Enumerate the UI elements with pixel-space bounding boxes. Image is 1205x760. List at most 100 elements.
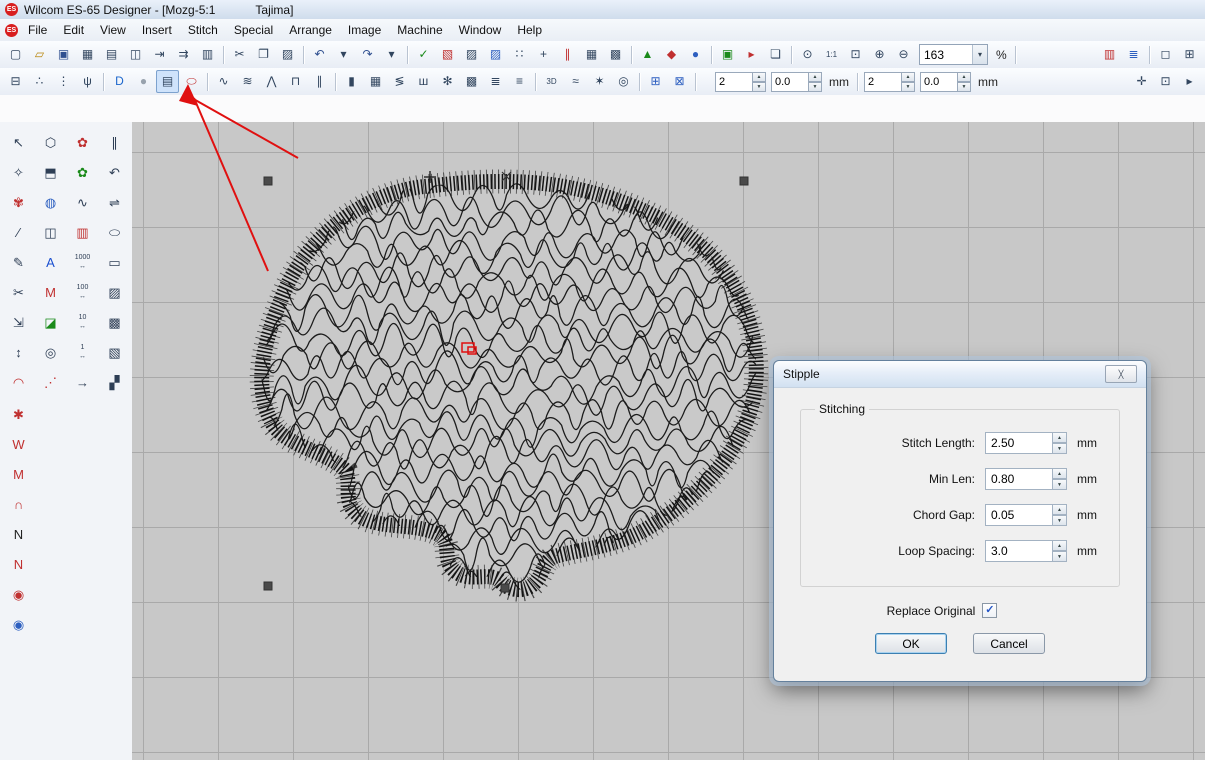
loop-spacing-down-icon[interactable]: ▼ [1053, 551, 1067, 562]
repeat-run-icon[interactable]: ∥ [308, 70, 331, 93]
verify-design-icon[interactable]: ✓ [412, 43, 435, 66]
digitize-fill-tool[interactable]: ✿ [68, 158, 97, 186]
pattern-stamp-tool[interactable]: ▨ [100, 278, 129, 306]
redo-dropdown-icon[interactable]: ▾ [380, 43, 403, 66]
scale-1-tool[interactable]: 1 ↔ [68, 338, 97, 366]
row-spacing-up-icon[interactable]: ▲ [902, 72, 915, 82]
reshape-tool[interactable]: ⬡ [36, 128, 65, 156]
row-spacing-down-icon[interactable]: ▼ [902, 82, 915, 92]
design-queue-icon[interactable]: ▥ [196, 43, 219, 66]
undo-button[interactable]: ↶ [308, 43, 331, 66]
hoop-toggle-icon[interactable]: ◻ [1154, 43, 1177, 66]
export-machine-file-icon[interactable]: ⇥ [148, 43, 171, 66]
motif-run-icon[interactable]: ⋀ [260, 70, 283, 93]
tatami-fill-icon[interactable]: ▦ [364, 70, 387, 93]
select-tool[interactable]: ↖ [4, 128, 33, 156]
row-spacing-input[interactable] [864, 72, 902, 92]
offset-object-icon[interactable]: ⬭ [180, 70, 203, 93]
lettering-tool[interactable]: A [36, 248, 65, 276]
stitch-edit-icon[interactable]: ▨ [460, 43, 483, 66]
chord-gap-down-icon[interactable]: ▼ [1053, 515, 1067, 526]
sequence-icon[interactable]: ≣ [1122, 43, 1145, 66]
paste-icon[interactable]: ▨ [276, 43, 299, 66]
grid-major-icon[interactable]: ⊞ [644, 70, 667, 93]
zoom-in-icon[interactable]: ⊕ [868, 43, 891, 66]
color-film-icon[interactable]: ▥ [1098, 43, 1121, 66]
digitize-run-tool[interactable]: ✿ [68, 128, 97, 156]
background-dim-icon[interactable]: ● [132, 70, 155, 93]
min-len-up-icon[interactable]: ▲ [1053, 468, 1067, 479]
dialog-title-bar[interactable]: Stipple ╳ [774, 361, 1146, 388]
vertical-measure-tool[interactable]: ↕ [4, 338, 33, 366]
save-design-icon[interactable]: ▣ [52, 43, 75, 66]
zoom-to-fit-icon[interactable]: ⊡ [1154, 70, 1177, 93]
gradient-fill-tool[interactable]: ▧ [100, 338, 129, 366]
hoop-tool[interactable]: ◎ [36, 338, 65, 366]
zigzag-tool[interactable]: ∿ [68, 188, 97, 216]
orbit-blue-tool[interactable]: ◉ [4, 610, 33, 638]
stitch-length-a-input[interactable] [771, 72, 809, 92]
zigzag-run-tool[interactable]: W [4, 430, 33, 458]
chord-gap-up-icon[interactable]: ▲ [1053, 504, 1067, 515]
parallel-hatch-tool[interactable]: ∥ [100, 128, 129, 156]
write-to-machine-icon[interactable]: ⇉ [172, 43, 195, 66]
color-ball-icon[interactable]: ● [684, 43, 707, 66]
menu-window[interactable]: Window [451, 21, 510, 39]
app-menu-icon[interactable]: ES [5, 24, 18, 37]
zoom-1to1-icon[interactable]: 1:1 [820, 43, 843, 66]
grid-toggle-icon[interactable]: ⊞ [1178, 43, 1201, 66]
loop-spacing-up-icon[interactable]: ▲ [1053, 540, 1067, 551]
curve-run-tool[interactable]: ∩ [4, 490, 33, 518]
column-stitch-tool[interactable]: ▥ [68, 218, 97, 246]
stitch-length-input[interactable] [985, 432, 1053, 454]
dot-select-icon[interactable]: ∷ [508, 43, 531, 66]
grid-snap-icon[interactable]: ⊠ [668, 70, 691, 93]
lasso-select-tool[interactable]: ✧ [4, 158, 33, 186]
scale-10-tool[interactable]: 10 ↔ [68, 308, 97, 336]
3d-effect-icon[interactable]: 3D [540, 70, 563, 93]
zoom-dropdown-icon[interactable]: ▾ [972, 45, 987, 64]
stitch-spacing-up-icon[interactable]: ▲ [753, 72, 766, 82]
backtrack-icon[interactable]: ⊓ [284, 70, 307, 93]
print-icon[interactable]: ▤ [100, 43, 123, 66]
zigzag-stitch-icon[interactable]: ≶ [388, 70, 411, 93]
stitch-select-icon[interactable]: ▧ [436, 43, 459, 66]
design-properties-icon[interactable]: ▦ [76, 43, 99, 66]
orbit-red-tool[interactable]: ◉ [4, 580, 33, 608]
min-len-down-icon[interactable]: ▼ [1053, 479, 1067, 490]
menu-arrange[interactable]: Arrange [281, 21, 340, 39]
replace-original-checkbox[interactable]: ✓ [982, 603, 997, 618]
stitch-length-b-up-icon[interactable]: ▲ [958, 72, 971, 82]
zoom-tool-icon[interactable]: ⊙ [796, 43, 819, 66]
mirror-tool[interactable]: ⇌ [100, 188, 129, 216]
dialog-close-icon[interactable]: ╳ [1105, 365, 1137, 383]
stitch-spacing-input[interactable] [715, 72, 753, 92]
show-outlines-icon[interactable]: ⊟ [4, 70, 27, 93]
menu-stitch[interactable]: Stitch [180, 21, 226, 39]
measure-tool[interactable]: ⇲ [4, 308, 33, 336]
stitch-list-icon[interactable]: ▦ [580, 43, 603, 66]
texture-tool[interactable]: ▩ [100, 308, 129, 336]
menu-file[interactable]: File [20, 21, 55, 39]
stipple-run-icon[interactable]: ▤ [156, 70, 179, 93]
menu-help[interactable]: Help [509, 21, 550, 39]
scale-1000-tool[interactable]: 1000 ↔ [68, 248, 97, 276]
loop-spacing-input[interactable] [985, 540, 1053, 562]
oval-tool[interactable]: ⬭ [100, 218, 129, 246]
menu-special[interactable]: Special [226, 21, 281, 39]
n-stitch-tool[interactable]: N [4, 520, 33, 548]
satin-stitch-icon[interactable]: ▮ [340, 70, 363, 93]
freehand-tool[interactable]: ✎ [4, 248, 33, 276]
design-view-icon[interactable]: D [108, 70, 131, 93]
show-needle-points-icon[interactable]: ⋮ [52, 70, 75, 93]
rectangle-tool[interactable]: ▭ [100, 248, 129, 276]
new-design-icon[interactable]: ▢ [4, 43, 27, 66]
redo-button[interactable]: ↷ [356, 43, 379, 66]
fancy-fill-icon[interactable]: ✻ [436, 70, 459, 93]
star-fill-icon[interactable]: ✶ [588, 70, 611, 93]
min-len-input[interactable] [985, 468, 1053, 490]
curve-tool[interactable]: ↶ [100, 158, 129, 186]
ok-button[interactable]: OK [875, 633, 947, 654]
copy-icon[interactable]: ❐ [252, 43, 275, 66]
cancel-button[interactable]: Cancel [973, 633, 1045, 654]
